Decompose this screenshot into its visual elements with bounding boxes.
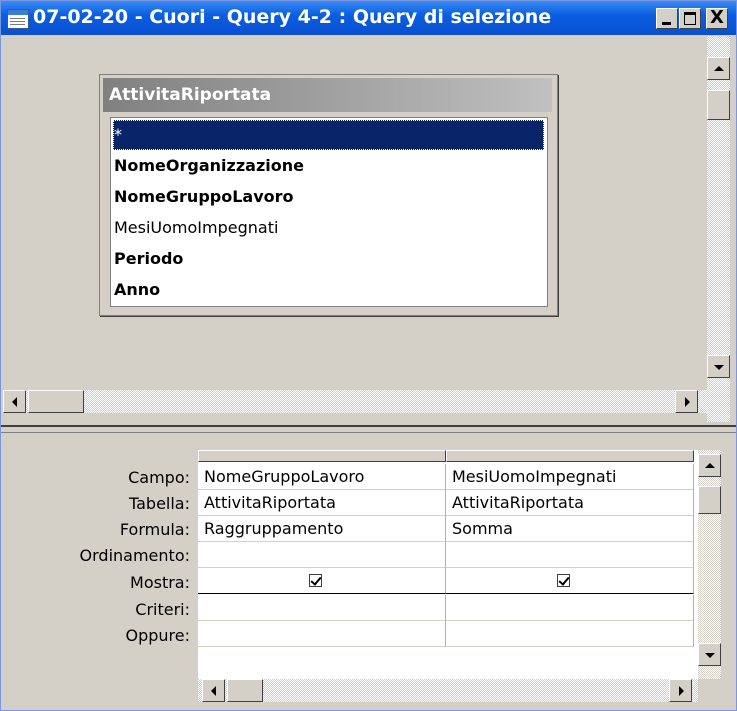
scroll-right-button[interactable]	[669, 679, 692, 702]
field-list-window[interactable]: AttivitaRiportata * NomeOrganizzazione N…	[99, 74, 558, 316]
row-label-ordinamento: Ordinamento:	[79, 546, 190, 565]
show-checkbox[interactable]	[309, 574, 322, 587]
scroll-thumb[interactable]	[698, 486, 721, 514]
field-list[interactable]: * NomeOrganizzazione NomeGruppoLavoro Me…	[110, 117, 548, 307]
criteri-cell[interactable]	[198, 595, 446, 621]
scroll-up-button[interactable]	[698, 454, 721, 477]
upper-vertical-scrollbar[interactable]	[707, 36, 730, 422]
scroll-down-button[interactable]	[698, 643, 721, 666]
upper-horizontal-scrollbar[interactable]	[3, 387, 707, 422]
formula-cell[interactable]: Somma	[446, 516, 694, 542]
field-item[interactable]: NomeGruppoLavoro	[113, 182, 544, 212]
field-item[interactable]: MesiUomoImpegnati	[113, 213, 544, 243]
maximize-button[interactable]	[679, 8, 701, 29]
scroll-thumb[interactable]	[707, 90, 730, 120]
grid-horizontal-scrollbar[interactable]	[198, 679, 698, 702]
minimize-button[interactable]	[656, 8, 678, 29]
ordinamento-cell[interactable]	[198, 542, 446, 568]
row-label-formula: Formula:	[119, 520, 190, 539]
formula-cell[interactable]: Raggruppamento	[198, 516, 446, 542]
ordinamento-cell[interactable]	[446, 542, 694, 568]
scroll-thumb[interactable]	[227, 679, 263, 702]
window-title: 07-02-20 - Cuori - Query 4-2 : Query di …	[33, 6, 552, 28]
field-item[interactable]: *	[113, 120, 544, 150]
row-label-oppure: Oppure:	[125, 626, 190, 645]
tabella-cell[interactable]: AttivitaRiportata	[198, 490, 446, 516]
campo-cell[interactable]: NomeGruppoLavoro	[198, 464, 446, 490]
column-selector[interactable]	[198, 450, 446, 462]
field-item[interactable]: Periodo	[113, 244, 544, 274]
scroll-down-button[interactable]	[707, 355, 730, 378]
scroll-thumb[interactable]	[28, 390, 84, 413]
oppure-cell[interactable]	[446, 621, 694, 647]
scroll-right-button[interactable]	[675, 390, 698, 413]
close-button[interactable]: X	[706, 8, 728, 29]
field-list-title[interactable]: AttivitaRiportata	[103, 78, 552, 112]
scroll-left-button[interactable]	[202, 679, 225, 702]
row-label-mostra: Mostra:	[130, 573, 190, 592]
row-label-criteri: Criteri:	[135, 600, 190, 619]
oppure-cell[interactable]	[198, 621, 446, 647]
show-checkbox[interactable]	[557, 574, 570, 587]
campo-cell[interactable]: MesiUomoImpegnati	[446, 464, 694, 490]
mostra-cell[interactable]	[446, 568, 694, 594]
field-item[interactable]: NomeOrganizzazione	[113, 151, 544, 181]
pane-splitter[interactable]	[1, 425, 736, 433]
title-bar[interactable]: 07-02-20 - Cuori - Query 4-2 : Query di …	[1, 1, 736, 35]
criteri-cell[interactable]	[446, 595, 694, 621]
query-app-icon[interactable]	[7, 9, 29, 29]
tabella-cell[interactable]: AttivitaRiportata	[446, 490, 694, 516]
row-label-campo: Campo:	[128, 468, 190, 487]
grid-vertical-scrollbar[interactable]	[698, 450, 721, 679]
column-selector[interactable]	[446, 450, 694, 462]
mostra-cell[interactable]	[198, 568, 446, 594]
scroll-left-button[interactable]	[3, 390, 26, 413]
query-window: 07-02-20 - Cuori - Query 4-2 : Query di …	[0, 0, 737, 711]
field-item[interactable]: Anno	[113, 275, 544, 305]
row-label-tabella: Tabella:	[128, 494, 190, 513]
close-icon: X	[710, 7, 724, 28]
scroll-up-button[interactable]	[707, 57, 730, 80]
design-grid[interactable]: NomeGruppoLavoro MesiUomoImpegnati Attiv…	[198, 450, 698, 687]
